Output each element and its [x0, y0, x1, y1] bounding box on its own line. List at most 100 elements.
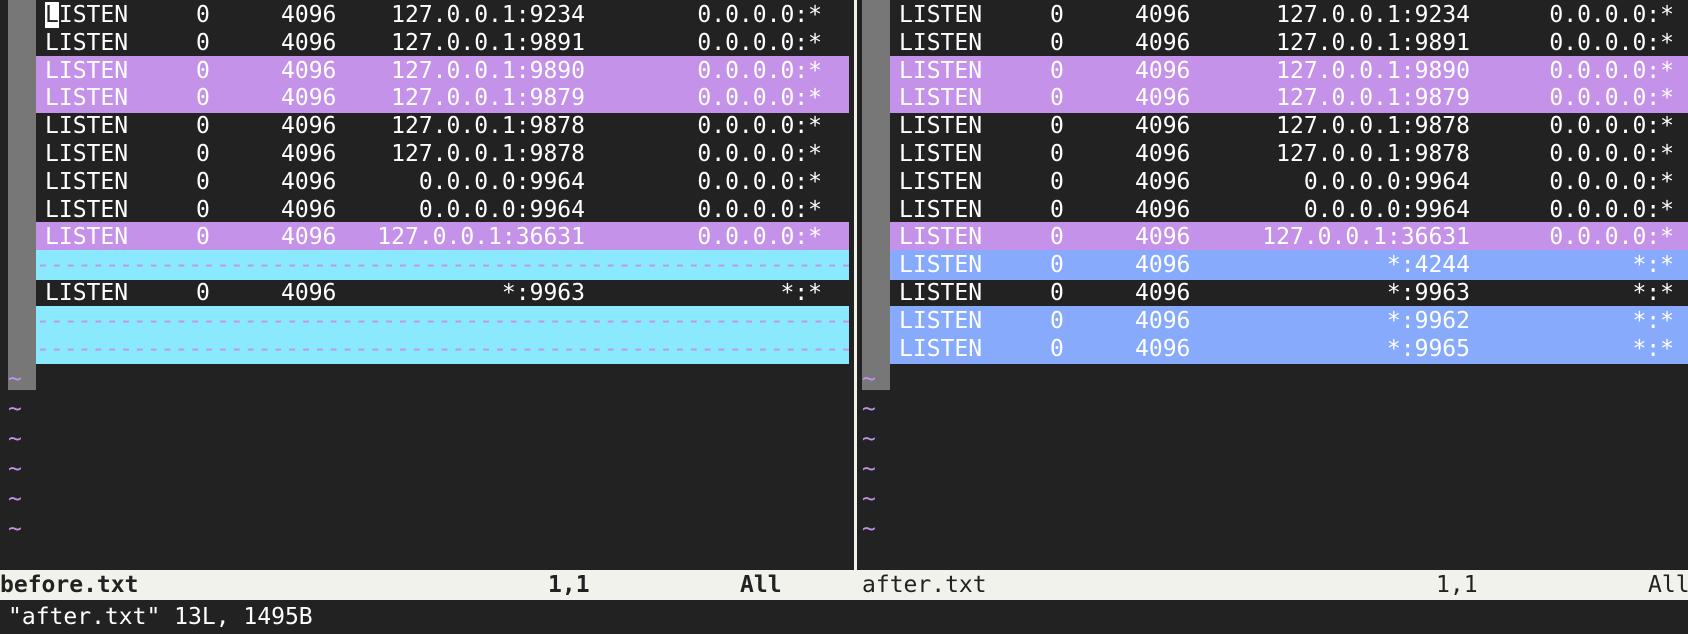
local-address: 127.0.0.1:9891	[1276, 29, 1470, 56]
peer-address: *:*	[780, 280, 822, 306]
local-address: 127.0.0.1:9879	[391, 85, 585, 112]
local-address: *:9962	[1386, 307, 1470, 334]
recv-q: 0	[1050, 196, 1064, 223]
status-cursor-position: 1,1	[1436, 572, 1478, 598]
listen-row[interactable]: LISTEN 0 4096 0.0.0.0:9964 0.0.0.0:*	[36, 167, 849, 197]
peer-address: 0.0.0.0:*	[697, 113, 822, 140]
status-scroll-indicator: All	[740, 572, 782, 598]
listen-row[interactable]: LISTEN 0 4096 *:9963 *:*	[36, 278, 849, 308]
peer-address: 0.0.0.0:*	[1549, 168, 1674, 195]
local-address: 127.0.0.1:9890	[391, 57, 585, 84]
local-address: *:9963	[1386, 280, 1470, 306]
diff-pane-before[interactable]: LISTEN 0 4096 127.0.0.1:9234 0.0.0.0:* LISTEN…	[8, 0, 849, 570]
socket-state: LISTEN	[899, 29, 983, 56]
local-address: 127.0.0.1:9879	[1276, 85, 1470, 112]
listen-row[interactable]: LISTEN 0 4096 *:9965 *:*	[890, 333, 1688, 364]
recv-q: 0	[1050, 307, 1064, 334]
peer-address: 0.0.0.0:*	[697, 57, 822, 84]
peer-address: 0.0.0.0:*	[1549, 113, 1674, 140]
listen-row[interactable]: LISTEN 0 4096 127.0.0.1:9890 0.0.0.0:*	[36, 55, 849, 86]
local-address: 127.0.0.1:9234	[1276, 2, 1470, 28]
empty-line-tilde: ~	[862, 366, 876, 393]
recv-q: 0	[196, 168, 210, 195]
recv-q: 0	[1050, 335, 1064, 362]
listen-row[interactable]: LISTEN 0 4096 0.0.0.0:9964 0.0.0.0:*	[36, 195, 849, 225]
send-q: 4096	[1135, 168, 1191, 195]
text-cursor: L	[45, 2, 59, 28]
local-address: 127.0.0.1:9878	[391, 141, 585, 167]
local-address: 127.0.0.1:9878	[1276, 113, 1470, 140]
socket-state: LISTEN	[45, 168, 129, 195]
peer-address: *:*	[1632, 307, 1674, 334]
send-q: 4096	[281, 224, 337, 251]
local-address: 127.0.0.1:9878	[391, 113, 585, 140]
listen-row[interactable]: LISTEN 0 4096 127.0.0.1:36631 0.0.0.0:*	[890, 222, 1688, 253]
listen-row[interactable]: LISTEN 0 4096 127.0.0.1:9879 0.0.0.0:*	[890, 83, 1688, 114]
listen-row[interactable]: LISTEN 0 4096 *:9962 *:*	[890, 305, 1688, 336]
recv-q: 0	[1050, 85, 1064, 112]
recv-q: 0	[1050, 2, 1064, 28]
diff-filler-line[interactable]: ----------------------------------------…	[36, 305, 849, 336]
recv-q: 0	[196, 29, 210, 56]
empty-line-tilde: ~	[862, 516, 876, 543]
empty-line-tilde: ~	[8, 426, 22, 453]
socket-state: LISTEN	[45, 141, 129, 167]
filler-dashes: ----------------------------------------…	[36, 252, 849, 279]
socket-state-rest: ISTEN	[58, 2, 129, 28]
socket-state: LISTEN	[45, 113, 129, 140]
diff-pane-after[interactable]: LISTEN 0 4096 127.0.0.1:9234 0.0.0.0:* LISTEN…	[862, 0, 1688, 570]
listen-row[interactable]: LISTEN 0 4096 127.0.0.1:9234 0.0.0.0:*	[36, 0, 849, 30]
socket-state: LISTEN	[899, 280, 983, 306]
peer-address: 0.0.0.0:*	[697, 224, 822, 251]
diff-filler-line[interactable]: ----------------------------------------…	[36, 333, 849, 364]
peer-address: *:*	[1632, 280, 1674, 306]
socket-state: LISTEN	[899, 57, 983, 84]
recv-q: 0	[1050, 141, 1064, 167]
local-address: 127.0.0.1:9891	[391, 29, 585, 56]
recv-q: 0	[196, 57, 210, 84]
socket-state: LISTEN	[899, 196, 983, 223]
listen-row[interactable]: LISTEN 0 4096 127.0.0.1:9234 0.0.0.0:*	[890, 0, 1688, 30]
vertical-split-separator[interactable]	[849, 0, 862, 570]
listen-row[interactable]: LISTEN 0 4096 127.0.0.1:9878 0.0.0.0:*	[36, 111, 849, 141]
socket-state: LISTEN	[45, 85, 129, 112]
peer-address: *:*	[1632, 335, 1674, 362]
recv-q: 0	[1050, 57, 1064, 84]
listen-row[interactable]: LISTEN 0 4096 127.0.0.1:9878 0.0.0.0:*	[890, 111, 1688, 141]
listen-row[interactable]: LISTEN 0 4096 0.0.0.0:9964 0.0.0.0:*	[890, 167, 1688, 197]
send-q: 4096	[281, 85, 337, 112]
empty-line-tilde: ~	[862, 426, 876, 453]
peer-address: 0.0.0.0:*	[697, 196, 822, 223]
listen-row[interactable]: LISTEN 0 4096 127.0.0.1:36631 0.0.0.0:*	[36, 222, 849, 253]
socket-state: LISTEN	[45, 280, 129, 306]
socket-state: LISTEN	[899, 168, 983, 195]
listen-row[interactable]: LISTEN 0 4096 127.0.0.1:9878 0.0.0.0:*	[890, 139, 1688, 169]
listen-row[interactable]: LISTEN 0 4096 *:4244 *:*	[890, 250, 1688, 281]
empty-line-tilde: ~	[862, 486, 876, 513]
listen-row[interactable]: LISTEN 0 4096 127.0.0.1:9890 0.0.0.0:*	[890, 55, 1688, 86]
fold-column	[8, 0, 36, 390]
empty-line-tilde: ~	[8, 456, 22, 483]
socket-state: LISTEN	[899, 224, 983, 251]
local-address: 0.0.0.0:9964	[418, 168, 585, 195]
send-q: 4096	[1135, 85, 1191, 112]
diff-filler-line[interactable]: ----------------------------------------…	[36, 250, 849, 281]
empty-line-tilde: ~	[862, 456, 876, 483]
peer-address: 0.0.0.0:*	[1549, 57, 1674, 84]
local-address: 127.0.0.1:9890	[1276, 57, 1470, 84]
local-address: 127.0.0.1:36631	[377, 224, 585, 251]
send-q: 4096	[281, 113, 337, 140]
listen-row[interactable]: LISTEN 0 4096 127.0.0.1:9891 0.0.0.0:*	[36, 28, 849, 58]
local-address: 0.0.0.0:9964	[1303, 168, 1470, 195]
send-q: 4096	[1135, 307, 1191, 334]
socket-state: LISTEN	[899, 113, 983, 140]
listen-row[interactable]: LISTEN 0 4096 127.0.0.1:9891 0.0.0.0:*	[890, 28, 1688, 58]
recv-q: 0	[1050, 252, 1064, 279]
status-cursor-position: 1,1	[548, 572, 590, 598]
status-line-before: before.txt 1,1 All	[0, 570, 862, 600]
listen-row[interactable]: LISTEN 0 4096 0.0.0.0:9964 0.0.0.0:*	[890, 195, 1688, 225]
recv-q: 0	[196, 141, 210, 167]
listen-row[interactable]: LISTEN 0 4096 *:9963 *:*	[890, 278, 1688, 308]
listen-row[interactable]: LISTEN 0 4096 127.0.0.1:9878 0.0.0.0:*	[36, 139, 849, 169]
listen-row[interactable]: LISTEN 0 4096 127.0.0.1:9879 0.0.0.0:*	[36, 83, 849, 114]
